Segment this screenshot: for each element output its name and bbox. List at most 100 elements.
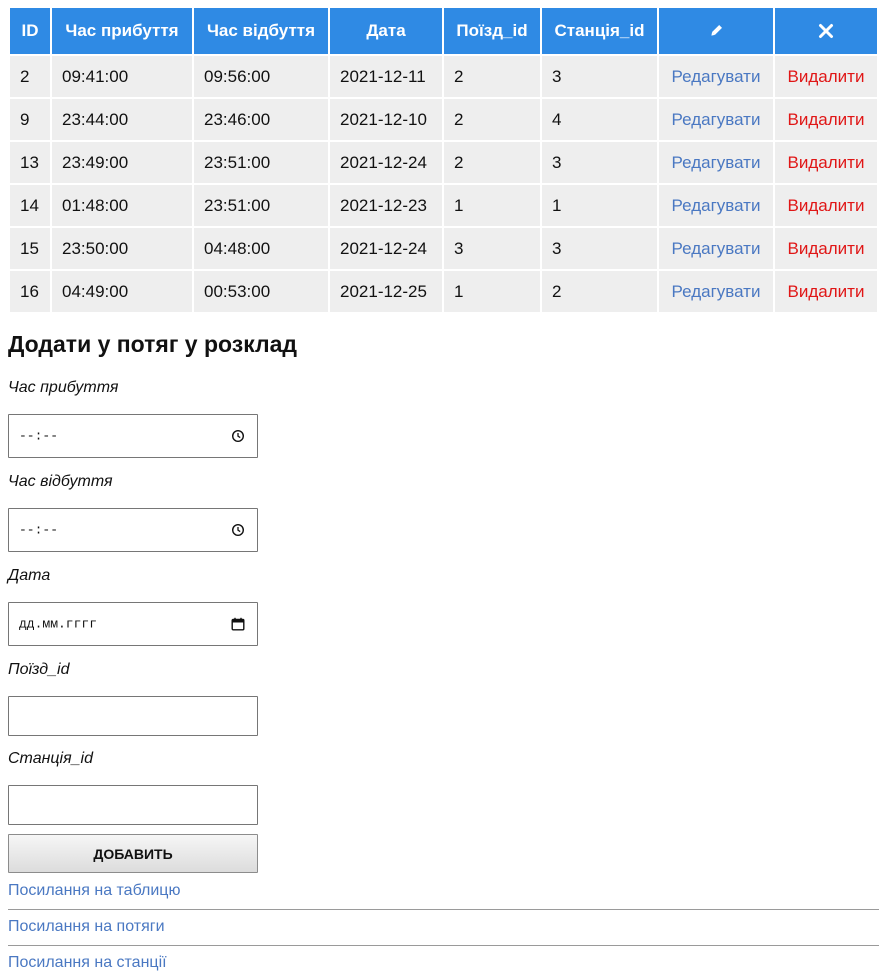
train-id-input[interactable] xyxy=(8,696,258,736)
schedule-page: ID Час прибуття Час відбуття Дата Поїзд_… xyxy=(0,0,879,978)
link-to-table[interactable]: Посилання на таблицю xyxy=(8,882,180,900)
cell-departure: 04:48:00 xyxy=(194,228,328,269)
edit-link[interactable]: Редагувати xyxy=(672,239,761,258)
edit-link[interactable]: Редагувати xyxy=(672,282,761,301)
delete-link[interactable]: Видалити xyxy=(788,67,865,86)
cell-train-id: 3 xyxy=(444,228,540,269)
cell-arrival: 23:50:00 xyxy=(52,228,192,269)
cell-id: 2 xyxy=(10,56,50,97)
cell-delete: Видалити xyxy=(775,142,877,183)
arrival-time-label: Час прибуття xyxy=(8,379,119,396)
clock-icon[interactable] xyxy=(231,523,245,537)
cell-station-id: 3 xyxy=(542,228,657,269)
add-button[interactable]: ДОБАВИТЬ xyxy=(8,834,258,873)
cell-station-id: 4 xyxy=(542,99,657,140)
cell-edit: Редагувати xyxy=(659,228,773,269)
cell-delete: Видалити xyxy=(775,56,877,97)
cell-departure: 00:53:00 xyxy=(194,271,328,312)
table-row: 14 01:48:00 23:51:00 2021-12-23 1 1 Реда… xyxy=(10,185,877,226)
header-delete xyxy=(775,8,877,54)
edit-link[interactable]: Редагувати xyxy=(672,110,761,129)
cell-id: 13 xyxy=(10,142,50,183)
divider xyxy=(8,909,879,910)
cell-edit: Редагувати xyxy=(659,99,773,140)
table-row: 2 09:41:00 09:56:00 2021-12-11 2 3 Редаг… xyxy=(10,56,877,97)
cell-id: 16 xyxy=(10,271,50,312)
divider xyxy=(8,945,879,946)
header-edit xyxy=(659,8,773,54)
schedule-table: ID Час прибуття Час відбуття Дата Поїзд_… xyxy=(8,6,879,314)
calendar-icon[interactable] xyxy=(231,617,245,631)
clock-icon[interactable] xyxy=(231,429,245,443)
cell-id: 14 xyxy=(10,185,50,226)
cell-departure: 23:51:00 xyxy=(194,185,328,226)
table-row: 9 23:44:00 23:46:00 2021-12-10 2 4 Редаг… xyxy=(10,99,877,140)
cell-id: 9 xyxy=(10,99,50,140)
cell-delete: Видалити xyxy=(775,185,877,226)
cell-date: 2021-12-24 xyxy=(330,142,442,183)
cell-departure: 09:56:00 xyxy=(194,56,328,97)
cell-edit: Редагувати xyxy=(659,271,773,312)
cell-arrival: 01:48:00 xyxy=(52,185,192,226)
cell-arrival: 23:44:00 xyxy=(52,99,192,140)
cell-train-id: 2 xyxy=(444,99,540,140)
arrival-time-placeholder: --:-- xyxy=(19,428,59,444)
departure-time-placeholder: --:-- xyxy=(19,522,59,538)
header-station-id[interactable]: Станція_id xyxy=(542,8,657,54)
station-id-label: Станція_id xyxy=(8,750,94,767)
cell-edit: Редагувати xyxy=(659,56,773,97)
table-header-row: ID Час прибуття Час відбуття Дата Поїзд_… xyxy=(10,8,877,54)
cell-date: 2021-12-11 xyxy=(330,56,442,97)
table-row: 13 23:49:00 23:51:00 2021-12-24 2 3 Реда… xyxy=(10,142,877,183)
cell-id: 15 xyxy=(10,228,50,269)
station-id-input[interactable] xyxy=(8,785,258,825)
delete-link[interactable]: Видалити xyxy=(788,153,865,172)
date-label: Дата xyxy=(8,567,51,584)
cell-station-id: 3 xyxy=(542,142,657,183)
close-icon xyxy=(783,23,869,39)
departure-time-label: Час відбуття xyxy=(8,473,113,490)
cell-date: 2021-12-10 xyxy=(330,99,442,140)
table-row: 15 23:50:00 04:48:00 2021-12-24 3 3 Реда… xyxy=(10,228,877,269)
cell-station-id: 2 xyxy=(542,271,657,312)
cell-arrival: 04:49:00 xyxy=(52,271,192,312)
form-title: Додати у потяг у розклад xyxy=(8,331,298,357)
cell-departure: 23:46:00 xyxy=(194,99,328,140)
edit-link[interactable]: Редагувати xyxy=(672,67,761,86)
arrival-time-input[interactable]: --:-- xyxy=(8,414,258,458)
delete-link[interactable]: Видалити xyxy=(788,282,865,301)
header-arrival-time[interactable]: Час прибуття xyxy=(52,8,192,54)
cell-station-id: 1 xyxy=(542,185,657,226)
cell-train-id: 2 xyxy=(444,142,540,183)
cell-train-id: 1 xyxy=(444,271,540,312)
departure-time-input[interactable]: --:-- xyxy=(8,508,258,552)
cell-delete: Видалити xyxy=(775,228,877,269)
edit-link[interactable]: Редагувати xyxy=(672,153,761,172)
date-input[interactable]: дд.мм.гггг xyxy=(8,602,258,646)
date-placeholder: дд.мм.гггг xyxy=(19,616,98,632)
cell-edit: Редагувати xyxy=(659,142,773,183)
link-to-stations[interactable]: Посилання на станції xyxy=(8,954,167,972)
schedule-table-body: 2 09:41:00 09:56:00 2021-12-11 2 3 Редаг… xyxy=(10,56,877,312)
cell-date: 2021-12-23 xyxy=(330,185,442,226)
header-train-id[interactable]: Поїзд_id xyxy=(444,8,540,54)
cell-arrival: 09:41:00 xyxy=(52,56,192,97)
delete-link[interactable]: Видалити xyxy=(788,239,865,258)
delete-link[interactable]: Видалити xyxy=(788,196,865,215)
train-id-label: Поїзд_id xyxy=(8,661,70,678)
cell-delete: Видалити xyxy=(775,99,877,140)
cell-train-id: 2 xyxy=(444,56,540,97)
header-date[interactable]: Дата xyxy=(330,8,442,54)
delete-link[interactable]: Видалити xyxy=(788,110,865,129)
cell-delete: Видалити xyxy=(775,271,877,312)
link-to-trains[interactable]: Посилання на потяги xyxy=(8,918,165,936)
cell-train-id: 1 xyxy=(444,185,540,226)
header-departure-time[interactable]: Час відбуття xyxy=(194,8,328,54)
cell-arrival: 23:49:00 xyxy=(52,142,192,183)
cell-date: 2021-12-25 xyxy=(330,271,442,312)
cell-date: 2021-12-24 xyxy=(330,228,442,269)
cell-edit: Редагувати xyxy=(659,185,773,226)
header-id[interactable]: ID xyxy=(10,8,50,54)
edit-link[interactable]: Редагувати xyxy=(672,196,761,215)
cell-station-id: 3 xyxy=(542,56,657,97)
